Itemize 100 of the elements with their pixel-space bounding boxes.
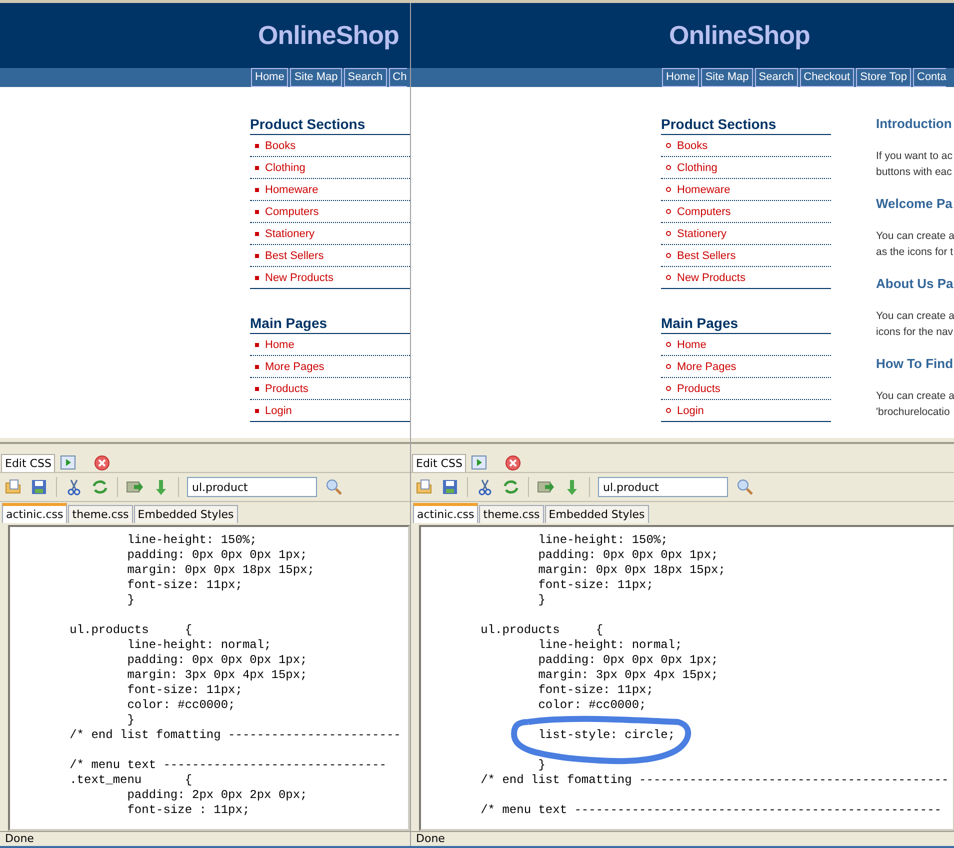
code-line: padding: 0px 0px 0px 1px; bbox=[537, 548, 718, 563]
link-text: Homeware bbox=[265, 184, 318, 196]
link-text: Login bbox=[677, 404, 704, 416]
link-text: Computers bbox=[265, 206, 319, 218]
link-text: Products bbox=[265, 382, 308, 394]
file-tab[interactable]: theme.css bbox=[68, 505, 133, 523]
nav-button[interactable]: Ch bbox=[388, 68, 407, 87]
sidebar-link[interactable]: New Products bbox=[661, 267, 831, 288]
sidebar-link[interactable]: Computers bbox=[661, 201, 831, 223]
link-text: More Pages bbox=[677, 360, 736, 372]
article-heading: Introduction bbox=[876, 116, 953, 131]
nav-button[interactable]: Site Map bbox=[290, 68, 342, 87]
scissors-icon[interactable] bbox=[476, 478, 494, 496]
close-icon[interactable] bbox=[504, 454, 522, 472]
article-text: You can create a as the icons for t bbox=[876, 229, 954, 260]
link-text: Books bbox=[265, 140, 296, 152]
sidebar-link[interactable]: Stationery bbox=[661, 223, 831, 245]
sidebar-link[interactable]: Books bbox=[661, 135, 831, 157]
sidebar-link[interactable]: Home bbox=[661, 334, 831, 356]
nav-button[interactable]: Site Map bbox=[701, 68, 753, 87]
link-text: Home bbox=[677, 338, 706, 350]
sidebar-link[interactable]: Login bbox=[661, 400, 831, 421]
link-text: Products bbox=[677, 382, 720, 394]
link-text: Stationery bbox=[677, 228, 727, 240]
code-line: color: #cc0000; bbox=[537, 698, 646, 713]
code-line: line-height: 150%; bbox=[537, 533, 668, 548]
code-line: line-height: normal; bbox=[126, 638, 272, 653]
sidebar-link[interactable]: Homeware bbox=[661, 179, 831, 201]
link-text: Books bbox=[677, 140, 708, 152]
search-field[interactable]: ul.product bbox=[598, 477, 728, 497]
nav-button[interactable]: Store Top bbox=[856, 68, 911, 87]
code-line: margin: 0px 0px 18px 15px; bbox=[126, 563, 314, 578]
article-text: If you want to ac buttons with eac bbox=[876, 149, 954, 180]
sidebar-link[interactable]: More Pages bbox=[661, 356, 831, 378]
sidebar-link[interactable]: Login bbox=[250, 400, 410, 421]
site-logo: OnlineShop bbox=[258, 20, 399, 51]
nav-button[interactable]: Search bbox=[344, 68, 387, 87]
link-text: Stationery bbox=[265, 228, 315, 240]
code-line: ul.products { bbox=[68, 623, 192, 638]
link-text: More Pages bbox=[265, 360, 324, 372]
refresh-icon[interactable] bbox=[91, 478, 109, 496]
code-line: line-height: normal; bbox=[537, 638, 682, 653]
code-line: /* menu text ------------------------------- bbox=[68, 758, 386, 773]
code-line: .text_menu { bbox=[68, 773, 192, 788]
nav-button[interactable]: Search bbox=[754, 68, 798, 87]
link-text: Home bbox=[265, 338, 294, 350]
nav-button[interactable]: Home bbox=[251, 68, 288, 87]
save-icon[interactable] bbox=[30, 478, 48, 496]
code-line: font-size: 11px; bbox=[126, 683, 242, 698]
file-tab[interactable]: actinic.css bbox=[413, 503, 478, 523]
code-line: } bbox=[537, 593, 546, 608]
code-line: } bbox=[537, 758, 546, 773]
open-folder-icon[interactable] bbox=[4, 478, 22, 496]
search-icon[interactable] bbox=[325, 478, 343, 496]
sidebar-link[interactable]: Products bbox=[661, 378, 831, 400]
code-line: } bbox=[126, 593, 134, 608]
code-line: font-size : 11px; bbox=[126, 803, 250, 818]
status-text: Done bbox=[411, 831, 954, 845]
file-tab[interactable]: Embedded Styles bbox=[134, 505, 238, 523]
nav-button[interactable]: Conta bbox=[913, 68, 946, 87]
code-line: padding: 0px 0px 0px 1px; bbox=[537, 653, 718, 668]
refresh-icon[interactable] bbox=[502, 478, 520, 496]
scissors-icon[interactable] bbox=[65, 478, 83, 496]
link-text: Best Sellers bbox=[677, 250, 736, 262]
edit-css-tab[interactable]: Edit CSS bbox=[412, 454, 466, 472]
link-text: Computers bbox=[677, 206, 731, 218]
article-heading: About Us Pa bbox=[876, 276, 954, 291]
code-line: font-size: 11px; bbox=[537, 683, 654, 698]
code-line: margin: 3px 0px 4px 15px; bbox=[537, 668, 718, 683]
open-folder-icon[interactable] bbox=[415, 478, 433, 496]
code-line: color: #cc0000; bbox=[126, 698, 236, 713]
article-text: You can create a 'brochurelocatio bbox=[876, 389, 954, 420]
search-field[interactable]: ul.product bbox=[187, 477, 317, 497]
status-text: Done bbox=[0, 831, 410, 845]
nav-button[interactable]: Home bbox=[662, 68, 700, 87]
link-text: New Products bbox=[677, 272, 746, 284]
code-line: line-height: 150%; bbox=[126, 533, 257, 548]
code-editor[interactable] bbox=[8, 525, 410, 831]
save-icon[interactable] bbox=[441, 478, 459, 496]
code-line: /* end list fomatting ------------------------ bbox=[68, 728, 401, 743]
search-icon[interactable] bbox=[736, 478, 754, 496]
file-tab[interactable]: actinic.css bbox=[2, 503, 68, 523]
article-heading: How To Find bbox=[876, 356, 954, 371]
sidebar-link[interactable]: Best Sellers bbox=[661, 245, 831, 267]
sidebar-link[interactable]: New Products bbox=[250, 267, 410, 288]
link-text: Clothing bbox=[677, 162, 718, 174]
section-heading: Product Sections bbox=[661, 116, 831, 135]
file-tab[interactable]: Embedded Styles bbox=[544, 505, 649, 523]
link-text: Best Sellers bbox=[265, 250, 324, 262]
nav-button[interactable]: Checkout bbox=[800, 68, 854, 87]
code-line: font-size: 11px; bbox=[126, 578, 242, 593]
close-icon[interactable] bbox=[93, 454, 112, 472]
sidebar-link[interactable]: Clothing bbox=[661, 157, 831, 179]
code-line: font-size: 11px; bbox=[537, 578, 654, 593]
edit-css-tab[interactable]: Edit CSS bbox=[1, 454, 56, 472]
file-tab[interactable]: theme.css bbox=[479, 505, 544, 523]
code-line: padding: 2px 0px 2px 0px; bbox=[126, 788, 308, 803]
link-text: New Products bbox=[265, 272, 334, 284]
link-text: Login bbox=[265, 404, 292, 416]
link-text: Homeware bbox=[677, 184, 730, 196]
